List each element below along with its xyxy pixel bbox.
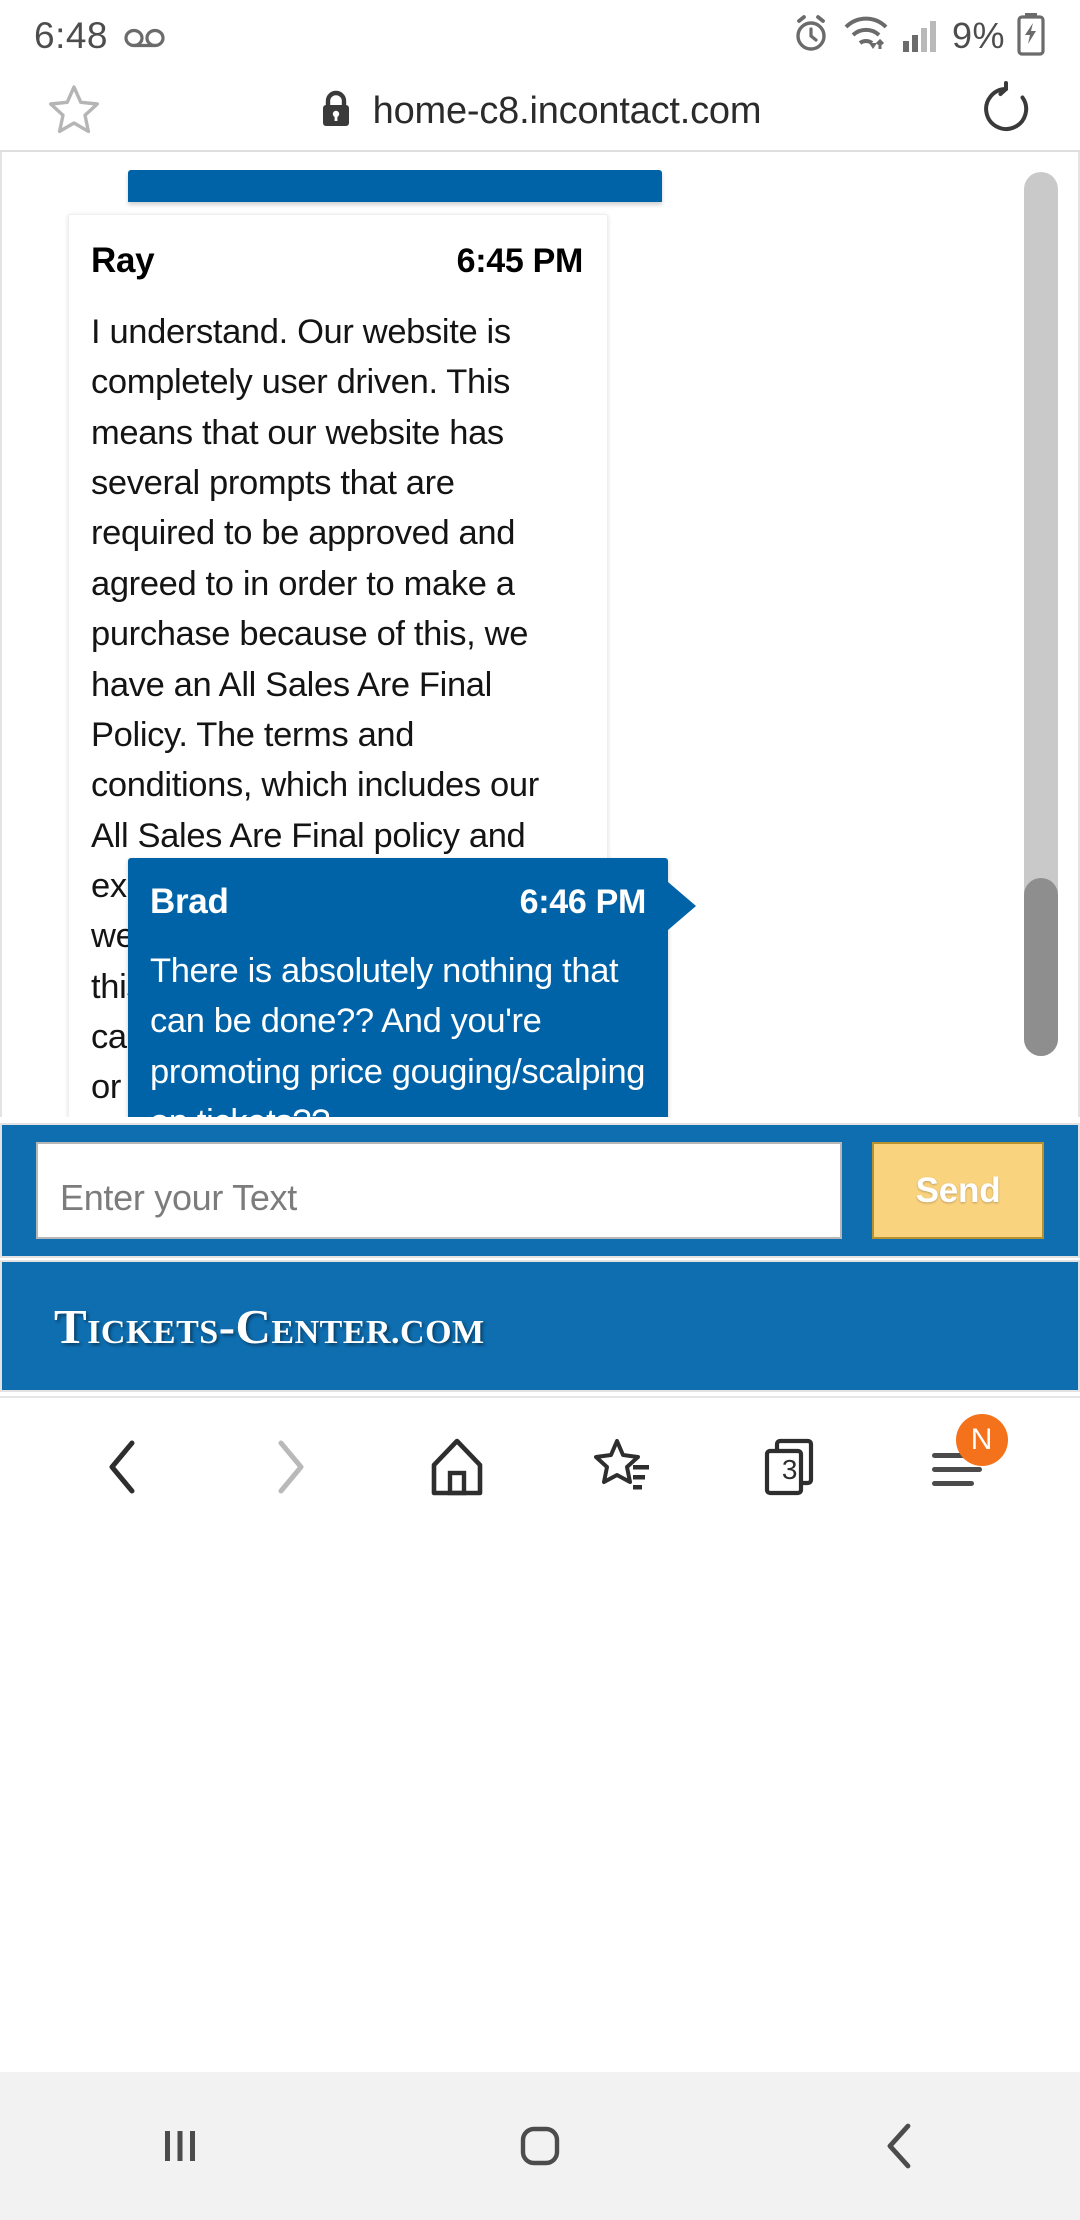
web-page-viewport: Ray 6:45 PM I understand. Our website is… <box>0 150 1080 1928</box>
message-timestamp: 6:46 PM <box>519 883 647 921</box>
tabs-icon[interactable]: 3 <box>735 1412 845 1522</box>
alarm-icon <box>791 13 831 60</box>
send-button[interactable]: Send <box>872 1142 1044 1239</box>
brand-ickets: ICKETS <box>87 1313 219 1351</box>
tickets-center-logo: T ICKETS -C ENTER. COM <box>54 1298 485 1355</box>
brand-enter: ENTER <box>271 1313 392 1351</box>
brand-com: COM <box>400 1313 485 1351</box>
bookmarks-icon[interactable] <box>568 1412 678 1522</box>
menu-icon[interactable]: N <box>902 1412 1012 1522</box>
voicemail-icon <box>124 22 166 50</box>
battery-percentage: 9% <box>951 15 1005 56</box>
reload-icon[interactable] <box>978 80 1034 142</box>
android-navigation-bar <box>0 2072 1080 2220</box>
tab-count-label: 3 <box>781 1454 798 1486</box>
chat-scrollbar-thumb[interactable] <box>1024 878 1058 1056</box>
chat-transcript[interactable]: Ray 6:45 PM I understand. Our website is… <box>0 152 1080 1117</box>
browser-url-bar[interactable]: home-c8.incontact.com <box>0 72 1080 150</box>
chat-scrollbar-track[interactable] <box>1024 172 1058 1056</box>
brand-t: T <box>54 1298 88 1354</box>
message-body: There is absolutely nothing that can be … <box>150 952 646 1117</box>
status-bar-clock: 6:48 <box>34 15 109 56</box>
menu-notification-badge: N <box>955 1414 1008 1466</box>
back-chevron-icon[interactable] <box>840 2086 960 2206</box>
chat-message-customer: Brad 6:46 PM There is absolutely nothing… <box>128 858 696 1117</box>
recents-icon[interactable] <box>120 2086 240 2206</box>
browser-bottom-toolbar: 3 N <box>0 1396 1080 1536</box>
forward-icon <box>235 1412 345 1522</box>
message-timestamp: 6:45 PM <box>456 242 584 280</box>
message-composer: Send <box>0 1123 1080 1258</box>
brand-dash-c: -C <box>218 1298 272 1354</box>
battery-charging-icon <box>1016 12 1046 61</box>
site-footer: T ICKETS -C ENTER. COM <box>0 1260 1080 1392</box>
chat-message-customer-wrapper: Brad 6:46 PM There is absolutely nothing… <box>128 858 696 1117</box>
home-circle-icon[interactable] <box>480 2086 600 2206</box>
previous-message-strip <box>128 170 662 202</box>
wifi-icon <box>842 13 890 60</box>
back-icon[interactable] <box>68 1412 178 1522</box>
message-header: Brad 6:46 PM <box>150 882 646 922</box>
lock-icon <box>319 88 353 135</box>
bookmark-star-icon[interactable] <box>46 82 102 141</box>
home-icon[interactable] <box>402 1412 512 1522</box>
message-header: Ray 6:45 PM <box>91 241 583 281</box>
message-sender-name: Brad <box>150 882 229 921</box>
bubble-tail <box>668 882 696 930</box>
android-status-bar: 6:48 9% <box>0 0 1080 72</box>
message-input[interactable] <box>36 1142 842 1239</box>
message-sender-name: Ray <box>91 241 155 280</box>
brand-dot: . <box>391 1313 401 1351</box>
url-text[interactable]: home-c8.incontact.com <box>373 90 762 133</box>
cellular-signal-icon <box>901 13 941 60</box>
